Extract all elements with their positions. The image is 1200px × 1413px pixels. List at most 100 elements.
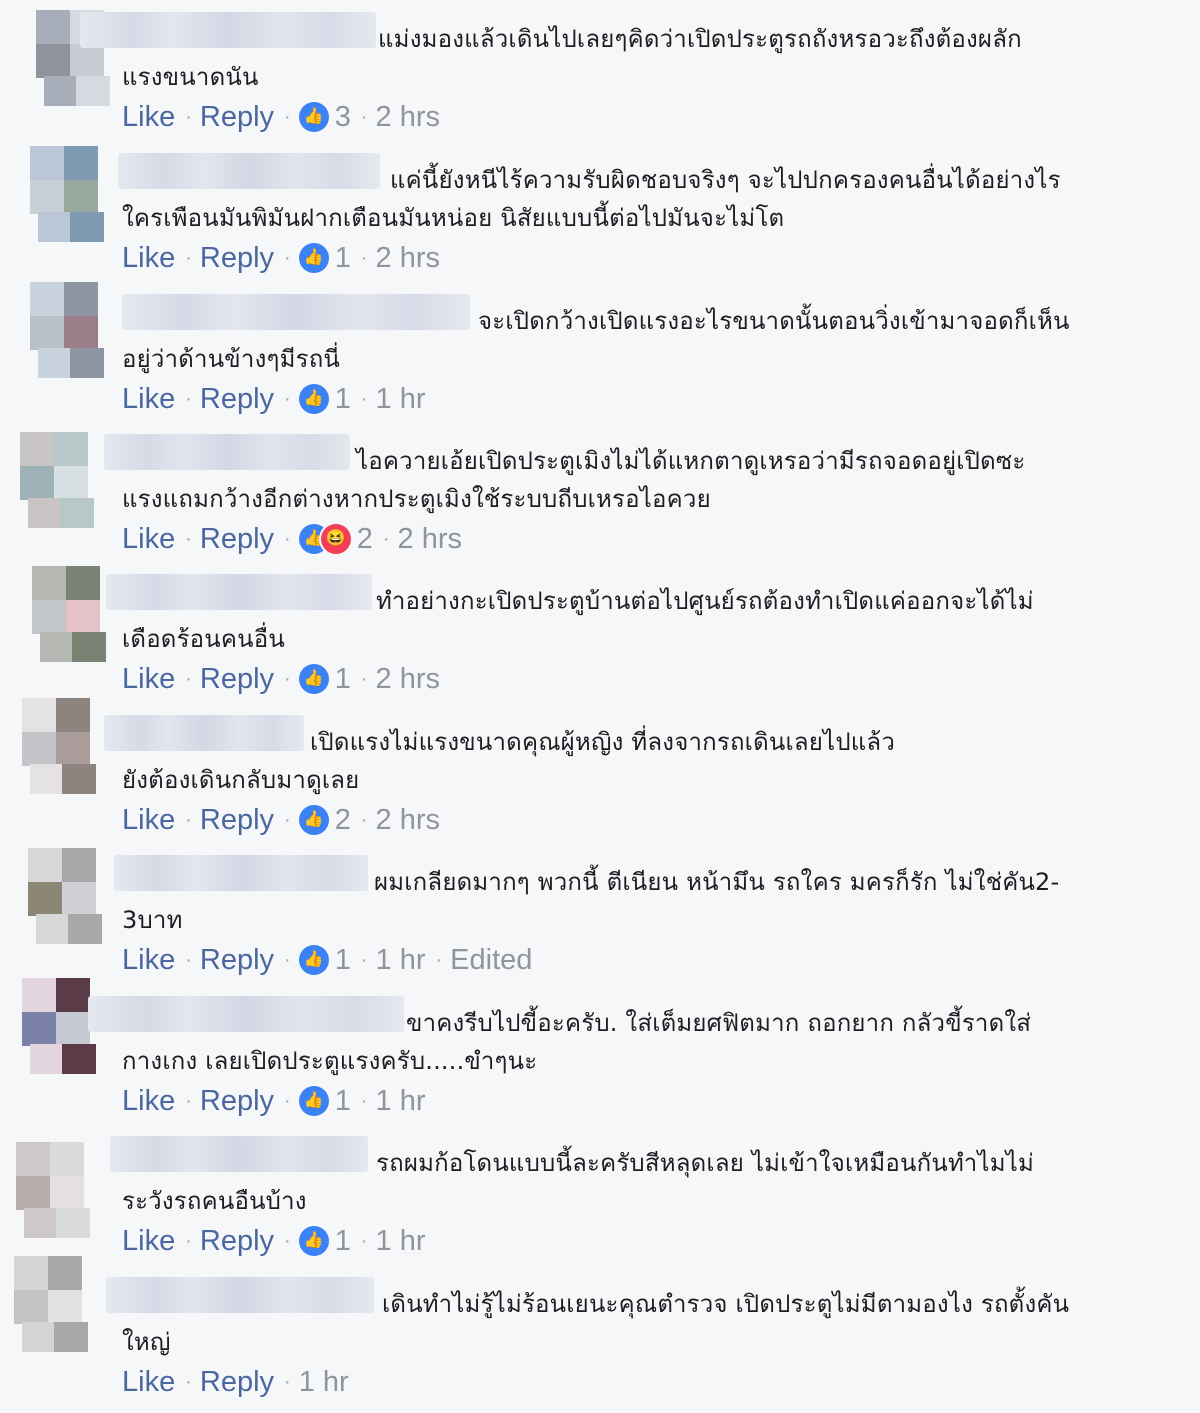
reaction-summary[interactable]: 👍 xyxy=(298,1086,329,1116)
avatar[interactable] xyxy=(22,698,104,798)
like-link[interactable]: Like xyxy=(122,659,175,699)
reaction-summary[interactable]: 👍 xyxy=(298,102,329,132)
reaction-count[interactable]: 1 xyxy=(335,238,351,278)
timestamp[interactable]: 1 hr xyxy=(376,940,426,980)
separator: · xyxy=(360,1230,368,1252)
author-name-redacted[interactable] xyxy=(110,1136,368,1172)
avatar-pixel xyxy=(14,1290,48,1324)
reaction-count[interactable]: 2 xyxy=(357,519,373,559)
reaction-summary[interactable]: 👍 xyxy=(298,384,329,414)
author-name-redacted[interactable] xyxy=(104,434,350,470)
like-link[interactable]: Like xyxy=(122,97,175,137)
reaction-count[interactable]: 1 xyxy=(335,1081,351,1121)
author-name-redacted[interactable] xyxy=(114,855,368,891)
avatar-pixel xyxy=(64,146,98,180)
comment-text-line1: แค่นี้ยังหนีไร้ความรับผิดชอบจริงๆ จะไปปก… xyxy=(390,166,1061,194)
reaction-count[interactable]: 1 xyxy=(335,1221,351,1261)
separator: · xyxy=(360,668,368,690)
reaction-summary[interactable]: 👍 xyxy=(298,805,329,835)
separator: · xyxy=(185,949,192,971)
reply-link[interactable]: Reply xyxy=(200,1362,274,1402)
like-link[interactable]: Like xyxy=(122,1221,175,1261)
author-name-redacted[interactable] xyxy=(104,715,304,751)
avatar-pixel xyxy=(56,978,90,1012)
like-reaction-icon: 👍 xyxy=(298,805,329,835)
timestamp[interactable]: 2 hrs xyxy=(376,97,440,137)
reaction-summary[interactable]: 👍 xyxy=(298,243,329,273)
avatar-pixel xyxy=(70,348,104,378)
reply-link[interactable]: Reply xyxy=(200,940,274,980)
reply-link[interactable]: Reply xyxy=(200,379,274,419)
avatar[interactable] xyxy=(32,566,114,666)
reaction-summary[interactable]: 👍 xyxy=(298,1226,329,1256)
like-link[interactable]: Like xyxy=(122,379,175,419)
avatar-pixel xyxy=(30,764,64,794)
reply-link[interactable]: Reply xyxy=(200,800,274,840)
timestamp[interactable]: 1 hr xyxy=(376,1221,426,1261)
comment-text-line1: ผมเกลียดมากๆ พวกนี้ ตีเนียน หน้ามึน รถใค… xyxy=(374,868,1060,896)
edited-label[interactable]: Edited xyxy=(450,940,532,980)
comment-text-line2: อยู่ว่าด้านข้างๆมีรถนี่ xyxy=(122,345,341,373)
author-name-redacted[interactable] xyxy=(122,294,470,330)
like-link[interactable]: Like xyxy=(122,1362,175,1402)
avatar-pixel xyxy=(60,498,94,528)
reply-link[interactable]: Reply xyxy=(200,1221,274,1261)
avatar-pixel xyxy=(36,914,70,944)
avatar[interactable] xyxy=(28,848,110,948)
author-name-redacted[interactable] xyxy=(88,996,404,1032)
like-link[interactable]: Like xyxy=(122,238,175,278)
avatar[interactable] xyxy=(20,432,102,532)
comment-text-line1: รถผมก้อโดนแบบนี้ละครับสีหลุดเลย ไม่เข้าใ… xyxy=(376,1149,1035,1177)
avatar-pixel xyxy=(50,1142,84,1176)
author-name-redacted[interactable] xyxy=(106,1277,374,1313)
reaction-count[interactable]: 1 xyxy=(335,659,351,699)
timestamp[interactable]: 2 hrs xyxy=(376,238,440,278)
reaction-summary[interactable]: 👍 xyxy=(298,945,329,975)
separator: · xyxy=(185,1230,192,1252)
author-name-redacted[interactable] xyxy=(80,12,376,48)
comment-text-line1: แม่งมองแล้วเดินไปเลยๆคิดว่าเปิดประตูรถถั… xyxy=(378,25,1022,53)
avatar-pixel xyxy=(28,498,62,528)
reaction-summary[interactable]: 👍 😆 xyxy=(298,524,351,554)
timestamp[interactable]: 2 hrs xyxy=(398,519,462,559)
separator: · xyxy=(284,949,291,971)
avatar[interactable] xyxy=(16,1142,98,1242)
avatar-pixel xyxy=(22,732,56,766)
timestamp[interactable]: 1 hr xyxy=(376,1081,426,1121)
like-link[interactable]: Like xyxy=(122,940,175,980)
avatar-pixel xyxy=(68,914,102,944)
avatar-pixel xyxy=(62,848,96,882)
separator: · xyxy=(284,106,291,128)
reaction-count[interactable]: 1 xyxy=(335,379,351,419)
avatar-pixel xyxy=(66,566,100,600)
reaction-summary[interactable]: 👍 xyxy=(298,664,329,694)
like-link[interactable]: Like xyxy=(122,800,175,840)
timestamp[interactable]: 1 hr xyxy=(299,1362,349,1402)
avatar[interactable] xyxy=(30,146,112,246)
avatar[interactable] xyxy=(14,1256,96,1356)
reply-link[interactable]: Reply xyxy=(200,1081,274,1121)
separator: · xyxy=(185,668,192,690)
reply-link[interactable]: Reply xyxy=(200,659,274,699)
reaction-count[interactable]: 3 xyxy=(335,97,351,137)
like-link[interactable]: Like xyxy=(122,519,175,559)
timestamp[interactable]: 1 hr xyxy=(376,379,426,419)
like-link[interactable]: Like xyxy=(122,1081,175,1121)
reply-link[interactable]: Reply xyxy=(200,97,274,137)
separator: · xyxy=(382,528,390,550)
avatar[interactable] xyxy=(30,282,112,382)
avatar-pixel xyxy=(28,882,62,916)
timestamp[interactable]: 2 hrs xyxy=(376,800,440,840)
reaction-count[interactable]: 2 xyxy=(335,800,351,840)
separator: · xyxy=(284,247,291,269)
timestamp[interactable]: 2 hrs xyxy=(376,659,440,699)
reaction-count[interactable]: 1 xyxy=(335,940,351,980)
author-name-redacted[interactable] xyxy=(106,574,372,610)
avatar-pixel xyxy=(54,1322,88,1352)
separator: · xyxy=(284,528,291,550)
reply-link[interactable]: Reply xyxy=(200,519,274,559)
avatar-pixel xyxy=(70,212,104,242)
separator: · xyxy=(185,388,192,410)
author-name-redacted[interactable] xyxy=(118,153,380,189)
reply-link[interactable]: Reply xyxy=(200,238,274,278)
